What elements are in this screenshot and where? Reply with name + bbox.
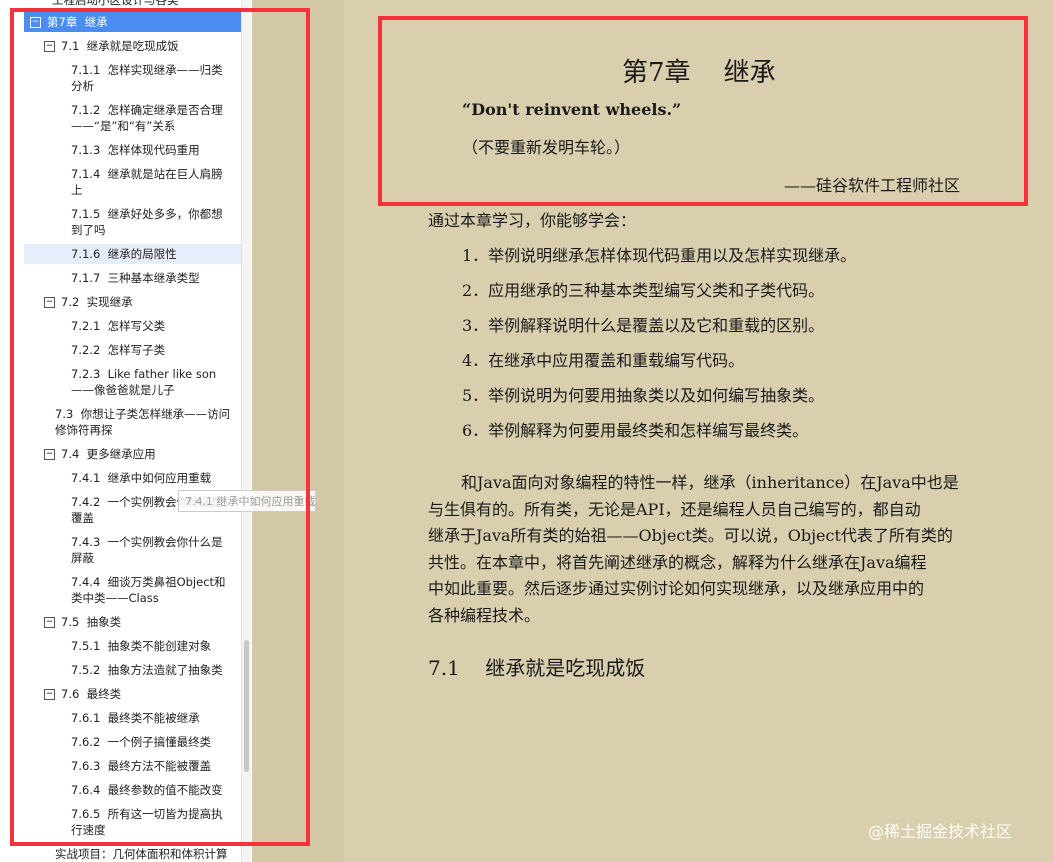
section-title: 7.1 继承就是吃现成饭 — [428, 656, 646, 680]
sidebar-highlight-box — [10, 8, 310, 846]
paragraph-line: 与生俱有的。所有类，无论是API，还是编程人员自己编写的，都自动 — [428, 499, 921, 519]
watermark: @稀土掘金技术社区 — [868, 822, 1013, 841]
paragraph-line: 共性。在本章中，将首先阐述继承的概念，解释为什么继承在Java编程 — [428, 552, 927, 572]
paragraph-line: 继承于Java所有类的始祖——Object类。可以说，Object代表了所有类的 — [428, 526, 953, 545]
learning-goal-item: 4．在继承中应用覆盖和重载编写代码。 — [462, 351, 745, 370]
paragraph-line: 各种编程技术。 — [428, 605, 541, 625]
learning-goal-item: 1．举例说明继承怎样体现代码重用以及怎样实现继承。 — [462, 246, 857, 265]
paragraph-line: 和Java面向对象编程的特性一样，继承（inheritance）在Java中也是 — [461, 473, 959, 492]
learning-goal-item: 5．举例说明为何要用抽象类以及如何编写抽象类。 — [462, 386, 825, 405]
intro-text: 通过本章学习，你能够学会： — [428, 211, 637, 230]
learning-goal-item: 2．应用继承的三种基本类型编写父类和子类代码。 — [462, 281, 825, 300]
toc-item[interactable]: 实战项目：几何体面积和体积计算 — [55, 846, 240, 862]
paragraph-line: 中如此重要。然后逐步通过实例讨论如何实现继承，以及继承应用中的 — [428, 579, 925, 598]
learning-goal-item: 6．举例解释为何要用最终类和怎样编写最终类。 — [462, 421, 809, 440]
learning-goal-item: 3．举例解释说明什么是覆盖以及它和重载的区别。 — [462, 316, 825, 335]
toc-item[interactable]: 工程启动小区设计与各类 — [52, 0, 240, 8]
header-highlight-box — [378, 16, 1028, 206]
